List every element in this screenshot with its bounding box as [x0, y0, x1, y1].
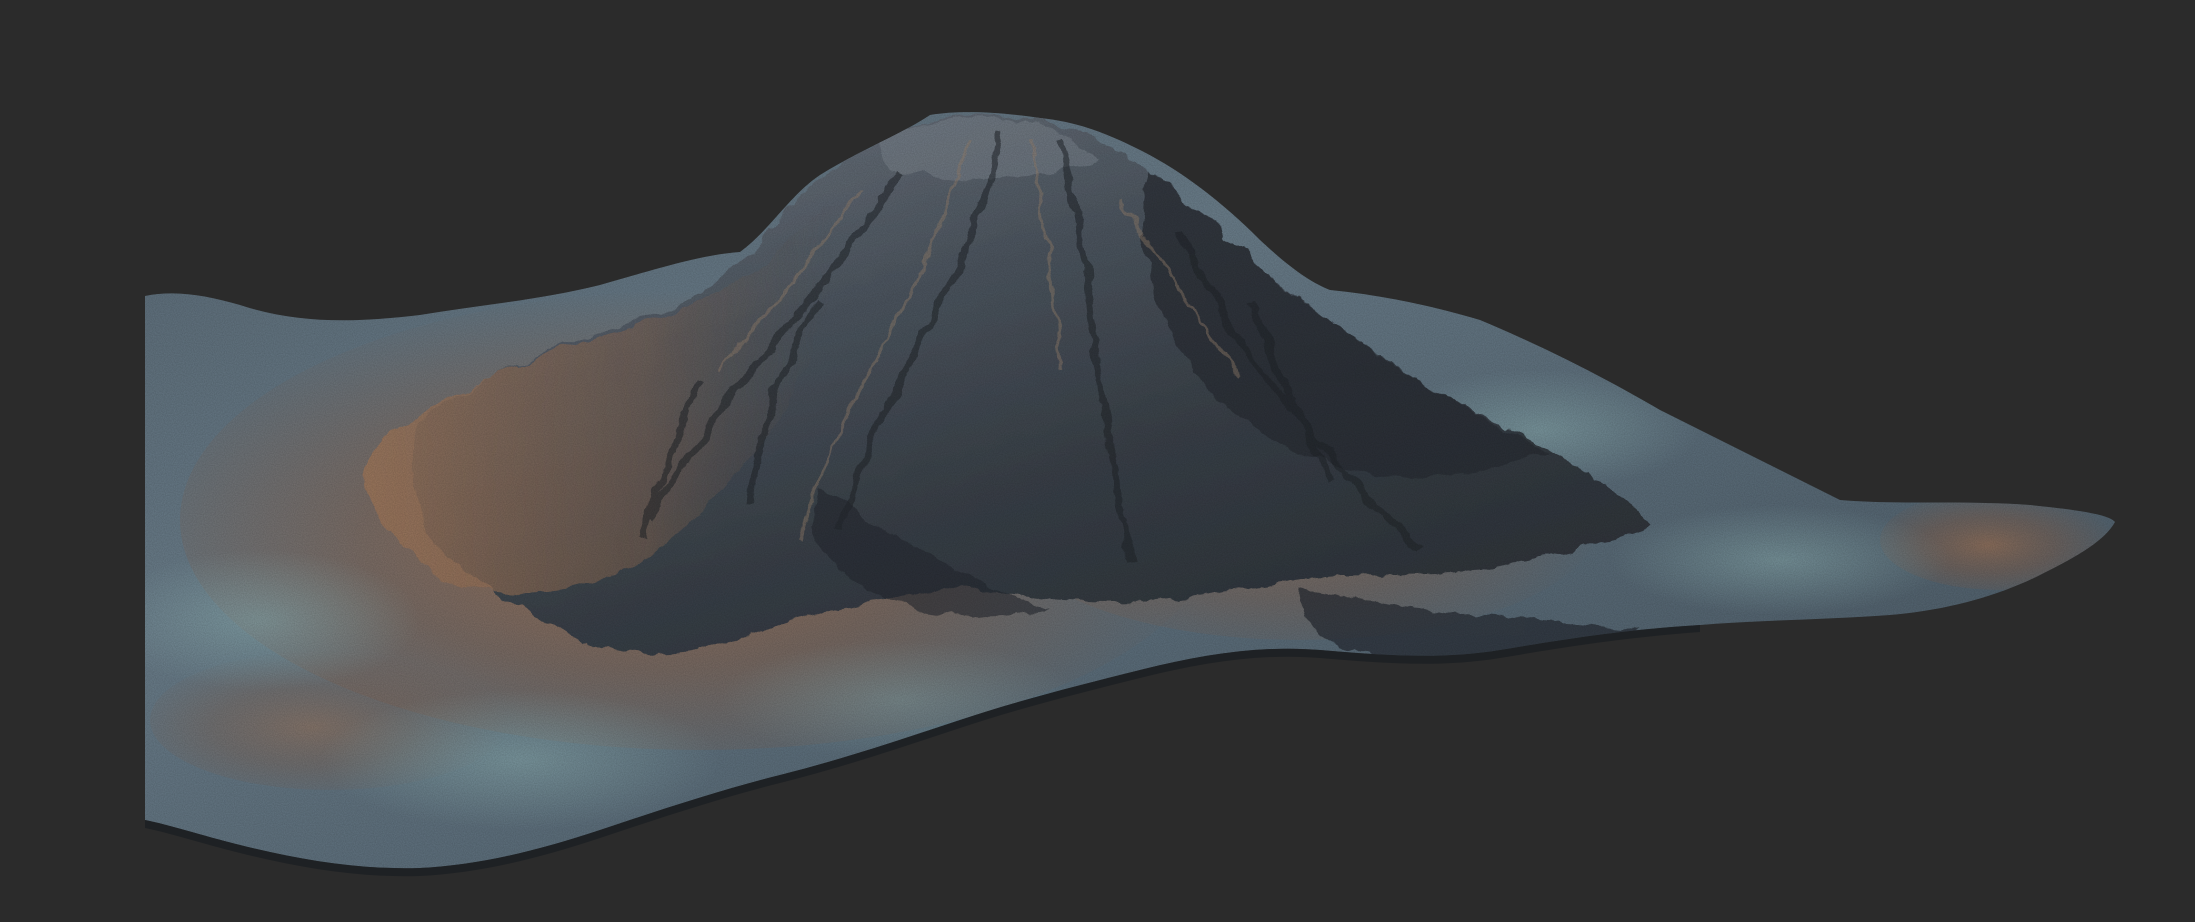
terrain-mesh-render — [145, 112, 2115, 877]
terrain-ground — [145, 112, 2115, 869]
render-viewport — [0, 0, 2195, 922]
